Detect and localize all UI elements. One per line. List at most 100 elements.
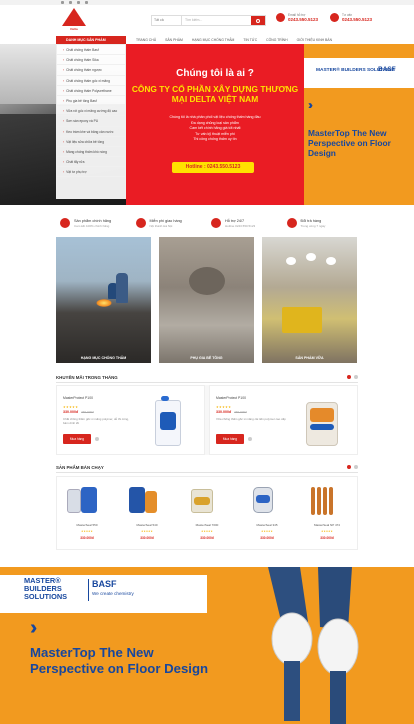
product-name[interactable]: MasterSeal 550 [57,523,117,527]
rating-stars: ★★★★★ [216,405,232,409]
product-image[interactable] [147,396,189,450]
features-strip: Sản phẩm chính hãng Cam kết 100% chính hã… [56,212,358,234]
product-name[interactable]: MasterSeal 7000 [177,523,237,527]
category-tile-admixture[interactable]: PHỤ GIA BÊ TÔNG [159,237,254,363]
category-label: PHỤ GIA BÊ TÔNG [190,356,223,360]
menu-item[interactable]: Phụ gia bê tông Basf [57,96,125,107]
product-name[interactable]: MasterProtect P100 [63,396,93,400]
menu-item[interactable]: Chất tẩy rửa [57,157,125,168]
menu-item[interactable]: Vật tư phụ trợ [57,167,125,178]
product-image[interactable] [300,396,342,450]
category-tile-waterproofing[interactable]: HẠNG MỤC CHỐNG THẤM [56,237,151,363]
menu-item[interactable]: Chất chống thấm gốc xi măng [57,76,125,86]
logo-text: Delta [70,27,78,31]
product-card[interactable]: MasterSeal 550 ★★★★★ 330.000đ [57,477,117,549]
buy-button[interactable]: Mua hàng [216,434,244,444]
product-image[interactable] [65,485,99,517]
call-value[interactable]: 0243.550.5123 [342,17,372,22]
section-title: KHUYẾN MÃI TRONG THÁNG [56,375,118,380]
promo-products: MasterProtect P100 ★★★★★ 330.000đ 360.000… [56,385,358,455]
rating-stars: ★★★★★ [63,405,79,409]
search-input[interactable]: Tìm kiếm... [182,16,251,25]
google-icon[interactable] [77,1,80,4]
old-price: 360.000đ [234,410,247,414]
nav-item-waterproofing[interactable]: HẠNG MỤC CHỐNG THẤM [192,38,235,42]
product-card[interactable]: MasterSeal 540 ★★★★★ 330.000đ [117,477,177,549]
email-box: Email hỗ trợ 0243.550.5123 [276,13,318,22]
menu-item[interactable]: Vữa rót gốc xi măng cường độ cao [57,106,125,117]
buy-button[interactable]: Mua hàng [63,434,91,444]
call-box: Tư vấn 0243.550.5123 [330,13,372,22]
product-image[interactable] [125,485,159,517]
feature-item: Đổi trả hàng Trong vòng 7 ngày [283,212,359,234]
menu-item[interactable]: Keo trám khe và băng cản nước [57,127,125,137]
search-icon [256,18,260,23]
product-price: 330.000đ 360.000đ [216,410,247,414]
youtube-icon[interactable] [85,1,88,4]
product-card[interactable]: MasterSeal 7000 ★★★★★ 330.000đ [177,477,237,549]
nav-item-projects[interactable]: CÔNG TRÌNH [266,38,287,42]
product-image[interactable] [305,485,339,517]
product-card[interactable]: MasterProtect P100 ★★★★★ 330.000đ 360.000… [56,385,205,455]
website: Delta Tất cả Tìm kiếm... Email hỗ trợ 02… [0,0,414,724]
menu-item[interactable]: Chất chống thấm Polyurethane [57,86,125,96]
bestseller-products: MasterSeal 550 ★★★★★ 330.000đ MasterSeal… [56,476,358,550]
menu-item[interactable]: Sơn sàn epoxy và PU [57,116,125,127]
shield-icon [60,218,70,228]
menu-item[interactable]: Màng chống thấm khò nóng [57,147,125,158]
search-button[interactable] [251,16,265,25]
main-nav: DANH MỤC SẢN PHẨM TRANG CHỦ SẢN PHẨM HẠN… [56,36,358,44]
hero-slide[interactable]: Chúng tôi là ai ? CÔNG TY CỔ PHẦN XÂY DỰ… [126,44,304,205]
product-price: 330.000đ [320,536,334,540]
wishlist-icon[interactable] [95,437,99,441]
search-category-select[interactable]: Tất cả [152,16,182,25]
product-image[interactable] [185,485,219,517]
nav-item-products[interactable]: SẢN PHẨM [165,38,183,42]
product-price: 330.000đ [200,536,214,540]
nav-item-home[interactable]: TRANG CHỦ [136,38,156,42]
feature-item: Miễn phí giao hàng Nội thành Hà Nội [132,212,208,234]
feature-item: Sản phẩm chính hãng Cam kết 100% chính hã… [56,212,132,234]
twitter-icon[interactable] [69,1,72,4]
product-price: 330.000đ [80,536,94,540]
product-name[interactable]: MasterSeal NP 474 [297,523,357,527]
rating-stars: ★★★★★ [201,530,213,533]
wishlist-icon[interactable] [248,437,252,441]
product-image[interactable] [245,485,279,517]
rating-stars: ★★★★★ [321,530,333,533]
menu-item[interactable]: Chất chống thấm Sika [57,55,125,66]
slider-dots [347,465,358,469]
email-value[interactable]: 0243.550.5123 [288,17,318,22]
facebook-icon[interactable] [61,1,64,4]
basf-logo: BASF [378,66,396,73]
category-tile-mortar[interactable]: SẢN PHẨM VỮA [262,237,357,363]
nav-item-news[interactable]: TIN TỨC [243,38,257,42]
nav-item-about[interactable]: GIỚI THIỆU KINH BÁN [297,38,332,42]
category-menu-button[interactable]: DANH MỤC SẢN PHẨM [56,36,126,44]
rating-stars: ★★★★★ [261,530,273,533]
menu-item[interactable]: Chất chống thấm ngược [57,65,125,76]
product-price: 330.000đ [140,536,154,540]
truck-icon [135,218,146,228]
product-card[interactable]: MasterSeal NP 474 ★★★★★ 330.000đ [297,477,357,549]
logo[interactable]: Delta [62,8,86,32]
rating-stars: ★★★★★ [141,530,153,533]
logo-mark [62,8,86,26]
menu-item[interactable]: Chất chống thấm Basf [57,45,125,56]
product-name[interactable]: MasterSeal 540 [117,523,177,527]
hero-title: Chúng tôi là ai ? [176,68,254,79]
chevron-icon: ›› [308,98,313,112]
product-name[interactable]: MasterSeal 345 [237,523,297,527]
category-label: SẢN PHẨM VỮA [295,356,324,360]
product-card[interactable]: MasterSeal 345 ★★★★★ 330.000đ [237,477,297,549]
product-desc: Chất chống thấm gốc xi măng polymer, dễ … [63,417,129,425]
hotline-button[interactable]: Hotline : 0243.550.5123 [172,162,254,173]
side-ad-banner[interactable]: MASTER® BUILDERS SOLUTIONS BASF ›› Maste… [304,44,414,205]
product-name[interactable]: MasterProtect P100 [216,396,246,400]
bottom-ad-banner[interactable]: MASTER® BUILDERS SOLUTIONS BASF We creat… [0,567,414,724]
product-card[interactable]: MasterProtect P100 ★★★★★ 330.000đ 360.000… [209,385,358,455]
phone-icon [330,13,339,22]
search-bar: Tất cả Tìm kiếm... [151,15,266,26]
menu-item[interactable]: Vật liệu sửa chữa bê tông [57,137,125,147]
mail-icon [276,13,285,22]
